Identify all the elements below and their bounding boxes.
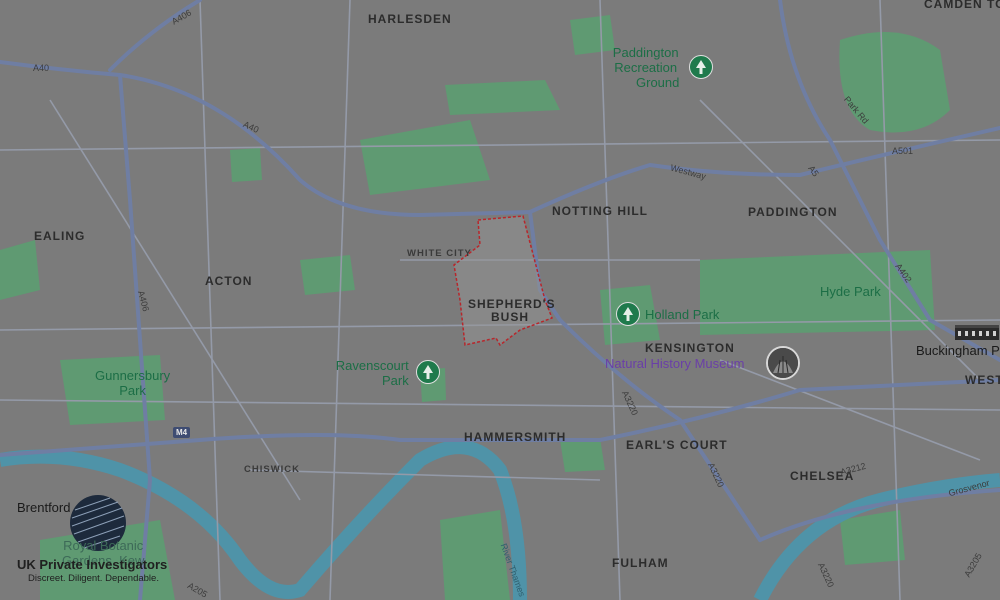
area-label-white-city: WHITE CITY (407, 248, 472, 259)
fulham-park-area (440, 510, 510, 600)
area-label-kensington: KENSINGTON (645, 341, 735, 355)
area-label-paddington: PADDINGTON (748, 205, 838, 219)
park-label-line: Gunnersbury (95, 368, 171, 383)
park-label-paddington-rec[interactable]: Paddington Recreation Ground (612, 45, 680, 90)
park-label-ravenscourt[interactable]: Ravenscourt Park (332, 358, 409, 388)
poi-label-natural-history-museum[interactable]: Natural History Museum (605, 356, 744, 371)
park-label-line: Recreation (614, 60, 678, 75)
park-label-line: Paddington (612, 45, 679, 60)
park-label-hyde-park[interactable]: Hyde Park (820, 284, 881, 299)
park-west-area (0, 240, 40, 300)
paddington-rec-tree-icon[interactable] (689, 55, 713, 79)
road-shield-m4: M4 (173, 427, 191, 438)
museum-photo-icon[interactable] (766, 346, 800, 380)
place-label-brentford[interactable]: Brentford (17, 500, 70, 515)
logo-title: UK Private Investigators (17, 557, 168, 572)
kensal-green-area (445, 80, 560, 115)
palace-icon[interactable] (955, 322, 999, 345)
area-label-acton: ACTON (205, 274, 253, 288)
area-label-notting-hill: NOTTING HILL (552, 204, 648, 218)
park-label-line: Park (119, 383, 146, 398)
area-label-camden: CAMDEN TO (924, 0, 1000, 11)
logo-tagline: Discreet. Diligent. Dependable. (28, 573, 159, 584)
road-label-a40-left: A40 (33, 63, 50, 73)
area-label-shepherds-bush-line2: BUSH (491, 310, 530, 324)
park-ne-area (570, 15, 615, 55)
place-label-buckingham[interactable]: Buckingham P (916, 343, 1000, 358)
tree-icon (423, 365, 433, 379)
tree-icon (696, 60, 706, 74)
park-label-holland-park[interactable]: Holland Park (645, 307, 719, 322)
road-label-a501: A501 (892, 146, 914, 156)
area-label-fulham: FULHAM (612, 556, 669, 570)
area-label-shepherds-bush-line1: SHEPHERD'S (468, 297, 556, 311)
area-label-hammersmith: HAMMERSMITH (464, 430, 567, 444)
area-label-chiswick: CHISWICK (244, 464, 301, 475)
park-earls-area (560, 438, 605, 472)
park-label-line: Park (382, 373, 409, 388)
park-label-line: Ground (636, 75, 680, 90)
area-label-harlesden: HARLESDEN (368, 12, 452, 26)
area-label-westminster: WEST (965, 373, 1000, 387)
park-label-gunnersbury[interactable]: Gunnersbury Park (95, 368, 170, 398)
area-label-ealing: EALING (34, 229, 86, 243)
area-label-earls-court: EARL'S COURT (626, 438, 728, 452)
park-small-area (230, 148, 262, 182)
park-label-line: Ravenscourt (335, 358, 409, 373)
park-acton-area (300, 255, 355, 295)
map-canvas[interactable]: HARLESDEN CAMDEN TO NOTTING HILL PADDING… (0, 0, 1000, 600)
holland-park-tree-icon[interactable] (616, 302, 640, 326)
tree-icon (623, 307, 633, 321)
park-label-line: Royal Botanic (63, 538, 144, 553)
ravenscourt-tree-icon[interactable] (416, 360, 440, 384)
